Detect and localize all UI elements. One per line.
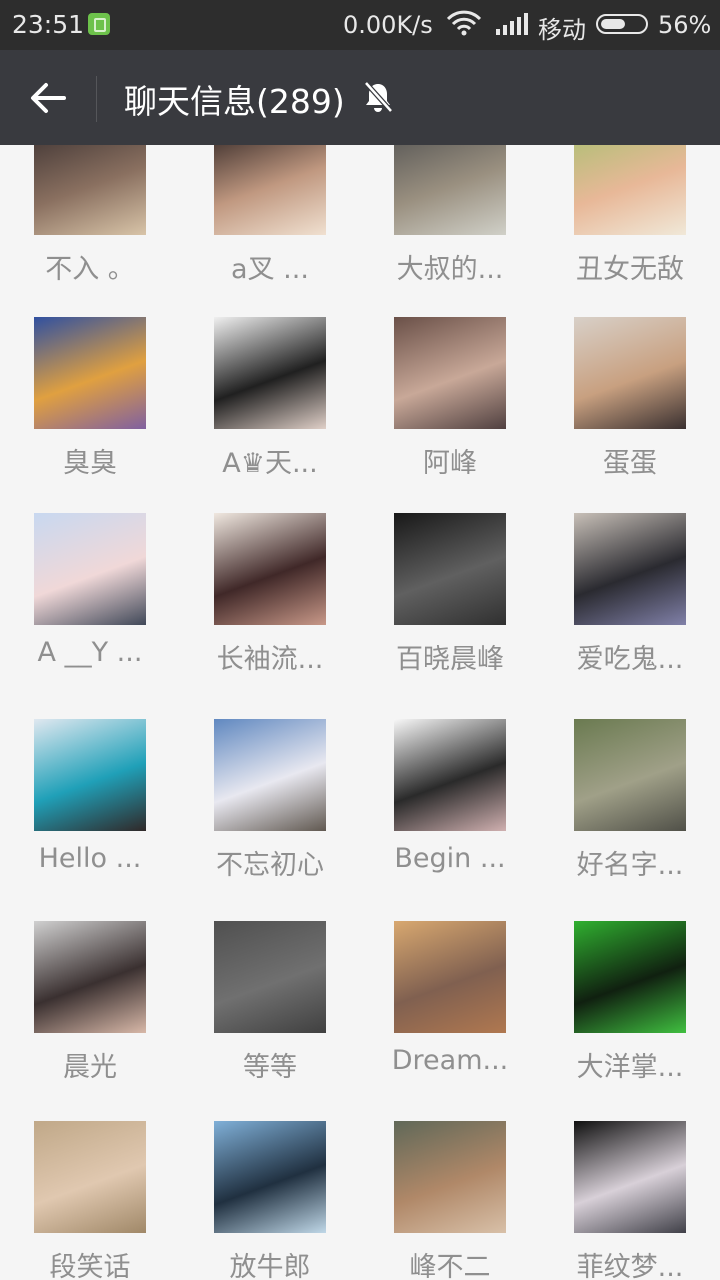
member-item[interactable]: A♛天... (180, 317, 360, 507)
member-item[interactable]: 等等 (180, 921, 360, 1111)
member-item[interactable]: Begin ... (360, 719, 540, 909)
member-avatar (214, 513, 326, 625)
member-item[interactable]: 不入 。 (0, 145, 180, 313)
member-name: 菲纹梦... (576, 1252, 684, 1280)
member-item[interactable]: 晨光 (0, 921, 180, 1111)
member-item[interactable]: 臭臭 (0, 317, 180, 507)
member-avatar (214, 719, 326, 831)
battery-percent: 56% (658, 11, 712, 39)
back-arrow-icon[interactable] (28, 80, 68, 116)
member-avatar (394, 921, 506, 1033)
member-avatar (574, 145, 686, 235)
member-avatar (394, 1121, 506, 1233)
member-name: 丑女无敌 (576, 254, 684, 285)
member-item[interactable]: 放牛郎 (180, 1121, 360, 1280)
member-name: Begin ... (394, 843, 506, 874)
member-name: 长袖流... (216, 644, 324, 675)
member-name: 蛋蛋 (603, 448, 657, 479)
member-name: 段笑话 (49, 1252, 131, 1280)
member-name: 峰不二 (409, 1252, 491, 1280)
member-item[interactable]: 丑女无敌 (540, 145, 720, 313)
notification-app-icon (88, 13, 110, 35)
member-avatar (574, 921, 686, 1033)
member-item[interactable]: Dream... (360, 921, 540, 1111)
member-name: 爱吃鬼... (576, 644, 684, 675)
member-item[interactable]: 好名字... (540, 719, 720, 909)
member-name: 百晓晨峰 (396, 644, 504, 675)
member-avatar (394, 513, 506, 625)
member-avatar (394, 145, 506, 235)
member-avatar (34, 317, 146, 429)
network-speed: 0.00K/s (343, 11, 433, 39)
member-name: 大洋掌... (576, 1052, 684, 1083)
member-item[interactable]: 不忘初心 (180, 719, 360, 909)
member-name: a叉 ... (231, 254, 309, 285)
member-name: Hello ... (38, 843, 142, 874)
member-name: Dream... (391, 1045, 509, 1076)
member-avatar (34, 513, 146, 625)
member-item[interactable]: 阿峰 (360, 317, 540, 507)
member-avatar (214, 1121, 326, 1233)
wifi-icon (447, 10, 481, 36)
carrier-name: 移动 (538, 16, 586, 44)
battery-icon (596, 14, 648, 34)
status-time: 23:51 (12, 10, 85, 39)
member-avatar (214, 145, 326, 235)
member-item[interactable]: 大洋掌... (540, 921, 720, 1111)
bell-off-icon (364, 81, 393, 113)
member-name: 臭臭 (63, 448, 117, 479)
member-grid: 不入 。 a叉 ... 大叔的... 丑女无敌臭臭 A♛天... 阿峰 蛋蛋 A __Y ..… (0, 145, 720, 1280)
member-item[interactable]: Hello ... (0, 719, 180, 909)
member-avatar (34, 719, 146, 831)
member-item[interactable]: 大叔的... (360, 145, 540, 313)
title-divider (96, 76, 97, 122)
member-item[interactable]: 爱吃鬼... (540, 513, 720, 703)
member-item[interactable]: 菲纹梦... (540, 1121, 720, 1280)
member-name: 晨光 (63, 1052, 117, 1083)
member-avatar (574, 317, 686, 429)
member-avatar (214, 317, 326, 429)
member-avatar (34, 921, 146, 1033)
member-name: 阿峰 (423, 448, 477, 479)
member-avatar (34, 145, 146, 235)
member-name: A♛天... (222, 448, 318, 479)
battery-level-fill (601, 19, 625, 29)
member-name: 不入 。 (45, 254, 135, 285)
member-item[interactable]: 长袖流... (180, 513, 360, 703)
member-item[interactable]: A __Y ... (0, 513, 180, 703)
member-avatar (214, 921, 326, 1033)
signal-icon (496, 13, 528, 35)
member-name: 大叔的... (396, 254, 504, 285)
member-avatar (574, 513, 686, 625)
member-item[interactable]: 蛋蛋 (540, 317, 720, 507)
member-item[interactable]: a叉 ... (180, 145, 360, 313)
member-name: 放牛郎 (229, 1252, 311, 1280)
member-avatar (574, 1121, 686, 1233)
member-item[interactable]: 段笑话 (0, 1121, 180, 1280)
member-name: A __Y ... (37, 637, 143, 668)
member-item[interactable]: 峰不二 (360, 1121, 540, 1280)
member-name: 不忘初心 (216, 850, 324, 881)
title-bar: 聊天信息(289) (0, 50, 720, 145)
member-name: 等等 (243, 1052, 297, 1083)
member-avatar (394, 719, 506, 831)
member-name: 好名字... (576, 850, 684, 881)
member-avatar (34, 1121, 146, 1233)
member-avatar (574, 719, 686, 831)
status-bar: 23:51 0.00K/s 移动 56% (0, 0, 720, 50)
page-title: 聊天信息(289) (124, 82, 345, 121)
member-item[interactable]: 百晓晨峰 (360, 513, 540, 703)
member-avatar (394, 317, 506, 429)
